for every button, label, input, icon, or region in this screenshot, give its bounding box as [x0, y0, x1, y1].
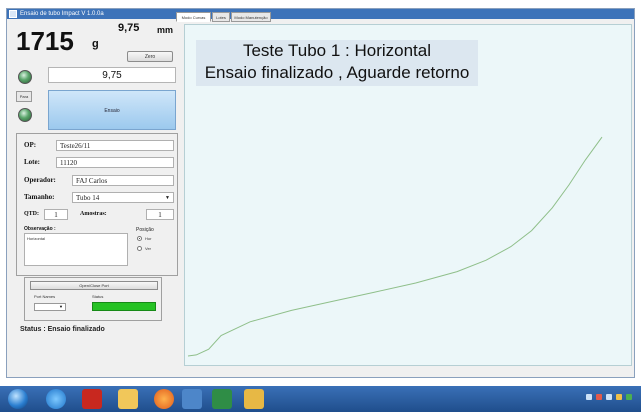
ie-icon[interactable]	[46, 389, 66, 409]
port-status-label: Status	[92, 294, 104, 299]
message-line-2: Ensaio finalizado , Aguarde retorno	[204, 63, 470, 82]
posicao-label: Posição	[136, 227, 154, 233]
tamanho-value: Tubo 14	[76, 194, 100, 202]
observacao-textarea[interactable]: Horizontal	[24, 233, 128, 266]
move-down-button[interactable]	[18, 108, 32, 122]
position-field[interactable]: 9,75	[48, 67, 176, 83]
position-value: 9,75	[118, 22, 140, 34]
title-bar: Ensaio de tubo Impact V 1.0.0a	[7, 9, 634, 19]
move-up-button[interactable]	[18, 70, 32, 84]
operador-label: Operador:	[24, 176, 56, 184]
start-orb-icon[interactable]	[8, 389, 28, 409]
tamanho-dropdown[interactable]: Tubo 14 ▼	[72, 192, 174, 203]
excel-icon[interactable]	[212, 389, 232, 409]
tray-volume-icon[interactable]	[606, 394, 612, 400]
lote-field[interactable]: 11120	[56, 157, 174, 168]
message-line-1: Teste Tubo 1 : Horizontal	[242, 41, 432, 60]
operador-field[interactable]: FAJ Carlos	[72, 175, 174, 186]
port-names-label: Port Names	[34, 294, 56, 299]
weight-value: 1715	[16, 26, 74, 56]
media-player-icon[interactable]	[154, 389, 174, 409]
paint-icon[interactable]	[244, 389, 264, 409]
radio-vertical-label: Ver	[145, 246, 152, 251]
tray-network-icon[interactable]	[586, 394, 592, 400]
tray-app-icon[interactable]	[616, 394, 622, 400]
tab-modo-manutencao[interactable]: Modo Manutenção	[231, 12, 271, 22]
port-names-dropdown[interactable]: ▼	[34, 303, 66, 311]
force-curve-line	[187, 136, 603, 357]
calculator-icon[interactable]	[182, 389, 202, 409]
tab-modo-curvas[interactable]: Modo Curvas	[176, 12, 211, 22]
tab-lotes[interactable]: Lotes	[212, 12, 230, 22]
weight-unit: g	[92, 38, 99, 50]
qtd-field[interactable]: 1	[44, 209, 68, 220]
folder-icon[interactable]	[118, 389, 138, 409]
tray-alert-icon[interactable]	[596, 394, 602, 400]
start-test-button[interactable]: Ensaio	[48, 90, 176, 130]
op-label: OP:	[24, 141, 37, 149]
message-box: Teste Tubo 1 : Horizontal Ensaio finaliz…	[196, 40, 478, 86]
tray-status-icon[interactable]	[626, 394, 632, 400]
status-text: Status : Ensaio finalizado	[20, 326, 105, 333]
tamanho-label: Tamanho:	[24, 193, 55, 201]
amostras-field[interactable]: 1	[146, 209, 174, 220]
open-close-port-button[interactable]: Open/Close Port	[30, 281, 158, 290]
radio-horizontal-label: Hor	[145, 236, 152, 241]
radio-vertical[interactable]	[137, 246, 142, 251]
radio-horizontal[interactable]	[137, 236, 142, 241]
app-icon	[9, 10, 17, 18]
observacao-label: Observação :	[24, 226, 56, 232]
amostras-label: Amostras:	[80, 211, 107, 217]
lote-label: Lote:	[24, 158, 40, 166]
chevron-down-icon: ▼	[59, 304, 63, 309]
acrobat-icon[interactable]	[82, 389, 102, 409]
window-title: Ensaio de tubo Impact V 1.0.0a	[20, 11, 104, 17]
position-unit: mm	[157, 25, 174, 35]
qtd-label: QTD:	[24, 211, 39, 217]
zero-button[interactable]: Zero	[127, 51, 173, 62]
stop-button[interactable]: Para	[16, 91, 32, 102]
op-field[interactable]: Teste26/11	[56, 140, 174, 151]
chevron-down-icon: ▼	[165, 196, 170, 201]
port-status-indicator	[92, 302, 156, 311]
